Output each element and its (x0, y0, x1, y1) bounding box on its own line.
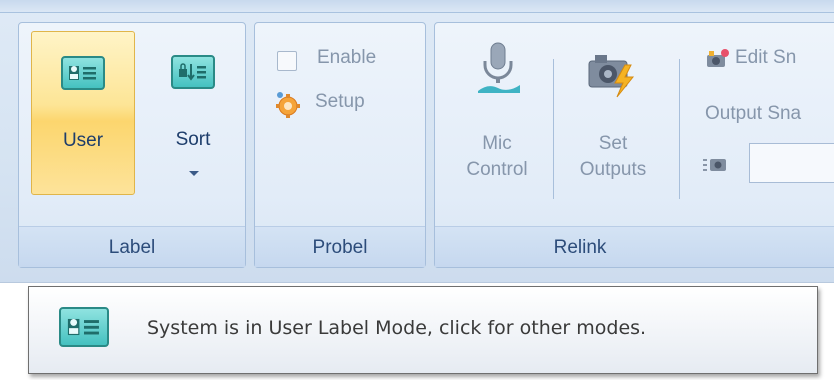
sort-button-label: Sort (175, 129, 211, 150)
chevron-down-icon (189, 171, 199, 176)
probel-group: Enable Setup Probel (254, 22, 426, 268)
divider (553, 59, 554, 199)
user-button-label: User (62, 130, 104, 151)
sort-button[interactable]: Sort (143, 31, 243, 195)
relink-group-title: Relink (435, 226, 834, 267)
user-label-button[interactable]: User (31, 31, 135, 195)
mode-tooltip[interactable]: System is in User Label Mode, click for … (28, 286, 818, 374)
camera-edit-icon (707, 49, 729, 67)
divider (679, 59, 680, 199)
label-group: User Sort Label (18, 22, 246, 268)
snapshot-icon (703, 159, 726, 171)
probel-group-title: Probel (255, 226, 425, 267)
ribbon-top-bar (0, 0, 834, 13)
id-card-icon (59, 307, 109, 347)
set-outputs-line1: Set (598, 133, 628, 154)
enable-checkbox[interactable] (277, 51, 297, 71)
mic-control-line1: Mic (482, 133, 512, 154)
set-outputs-button[interactable]: Set Outputs (557, 31, 669, 195)
label-group-title: Label (19, 226, 245, 267)
setup-button[interactable]: Setup (273, 89, 413, 123)
camera-lightning-icon (588, 55, 635, 98)
snapshot-input[interactable] (749, 143, 834, 183)
relink-group: Mic Control Set Outputs Edit Sn Output S… (434, 22, 834, 268)
edit-snapshot-label: Edit Sn (735, 47, 797, 68)
gear-icon (276, 92, 300, 118)
edit-snapshot-button[interactable]: Edit Sn (687, 45, 834, 75)
enable-label: Enable (317, 47, 377, 68)
output-snapshot-label: Output Sna (705, 103, 802, 124)
mic-control-button[interactable]: Mic Control (445, 31, 549, 195)
tooltip-text: System is in User Label Mode, click for … (147, 317, 647, 339)
sort-list-icon (171, 55, 215, 89)
ribbon-bottom-border (0, 282, 834, 283)
set-outputs-line2: Outputs (579, 159, 647, 180)
microphone-icon (478, 42, 520, 93)
setup-label: Setup (315, 91, 365, 112)
id-card-icon (61, 56, 105, 90)
mic-control-line2: Control (466, 159, 528, 180)
